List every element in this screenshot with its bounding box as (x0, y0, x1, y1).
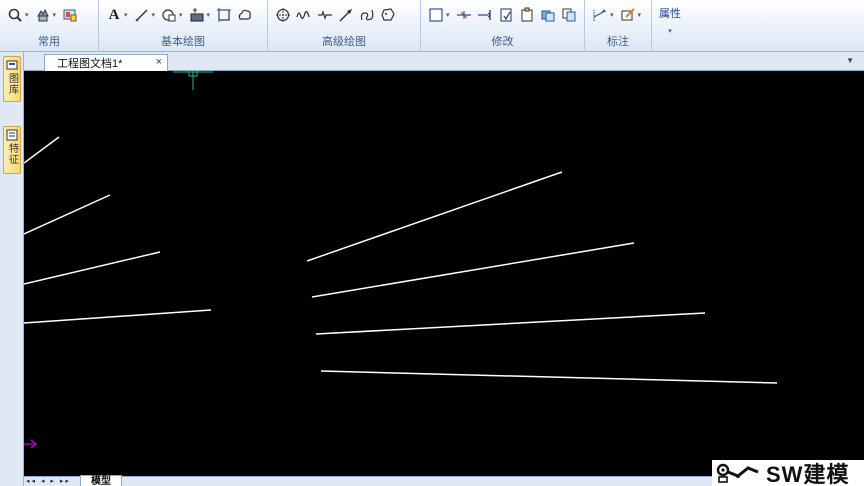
side-tab-features-label: 特征 (6, 143, 18, 165)
side-tab-library[interactable]: 图库 (3, 56, 21, 102)
zoom-icon[interactable] (6, 6, 24, 24)
paste-icon[interactable] (497, 6, 515, 24)
extend-icon[interactable] (476, 6, 494, 24)
feature-tree-icon (6, 129, 18, 141)
drawn-line[interactable] (24, 309, 212, 324)
wave-line-icon[interactable] (295, 6, 313, 24)
document-tab[interactable]: 工程图文档1* × (44, 54, 168, 71)
text-tool-button[interactable]: A (105, 6, 123, 24)
dropdown-arrow-icon[interactable]: ▾ (124, 11, 128, 19)
chevron-down-icon: ▾ (668, 28, 672, 35)
library-icon (6, 60, 18, 70)
tab-list-dropdown-icon[interactable]: ▼ (846, 56, 854, 65)
break-line-icon[interactable] (316, 6, 334, 24)
group-advanced-draw: 高级绘图 (268, 0, 421, 52)
hatch-icon[interactable] (188, 6, 206, 24)
ucs-origin-icon (24, 439, 37, 449)
dropdown-arrow-icon[interactable]: ▾ (152, 11, 156, 19)
sheet-nav-arrows[interactable]: ◂◂ ◂ ▸ ▸▸ (26, 477, 71, 485)
dropdown-arrow-icon[interactable]: ▾ (53, 11, 57, 19)
drawing-canvas[interactable] (24, 71, 864, 476)
properties-button[interactable]: 属性 ▾ (654, 2, 686, 50)
spline-icon[interactable] (358, 6, 376, 24)
document-tab-title: 工程图文档1* (57, 58, 123, 70)
drawn-line[interactable] (24, 136, 60, 164)
dropdown-arrow-icon[interactable]: ▾ (638, 11, 642, 19)
wrench-logo-icon (716, 463, 759, 483)
clipboard-icon[interactable] (518, 6, 536, 24)
dropdown-arrow-icon[interactable]: ▾ (207, 11, 211, 19)
shape-icon[interactable] (160, 6, 178, 24)
drawn-line[interactable] (24, 194, 111, 235)
drawn-line[interactable] (311, 242, 635, 298)
drawn-line[interactable] (306, 171, 563, 262)
line-icon[interactable] (133, 6, 151, 24)
rectangle-icon[interactable] (215, 6, 233, 24)
group-caption: 常用 (38, 36, 60, 48)
cloud-icon[interactable] (236, 6, 254, 24)
group-modify: ▾ 修改 (421, 0, 585, 52)
select-box-icon[interactable] (427, 6, 445, 24)
trim-icon[interactable] (455, 6, 473, 24)
annotation-edit-icon[interactable] (619, 6, 637, 24)
layer-icon[interactable] (539, 6, 557, 24)
group-common: ▾ ▾ 常用 (0, 0, 99, 52)
group-caption: 修改 (491, 36, 514, 48)
drawn-line[interactable] (320, 370, 778, 384)
ribbon-toolbar: ▾ ▾ 常用 A ▾ ▾ ▾ ▾ 基本绘图 高级绘图 ▾ 修改 ▾ ▾ 标注 属… (0, 0, 864, 52)
group-caption: 高级绘图 (322, 36, 366, 48)
dropdown-arrow-icon[interactable]: ▾ (446, 11, 450, 19)
dimension-icon[interactable] (591, 6, 609, 24)
dropdown-arrow-icon[interactable]: ▾ (179, 11, 183, 19)
group-basic-draw: A ▾ ▾ ▾ ▾ 基本绘图 (99, 0, 268, 52)
properties-label: 属性 (659, 8, 681, 20)
group-caption: 基本绘图 (161, 36, 205, 48)
dropdown-arrow-icon[interactable]: ▾ (25, 11, 29, 19)
display-settings-icon[interactable] (61, 6, 79, 24)
arrow-icon[interactable] (337, 6, 355, 24)
side-panel: 图库 特征 (0, 52, 24, 486)
side-tab-features[interactable]: 特征 (3, 126, 21, 174)
close-icon[interactable]: × (156, 56, 162, 68)
group-annotate: ▾ ▾ 标注 (585, 0, 652, 52)
side-tab-library-label: 图库 (6, 73, 18, 95)
group-caption: 标注 (607, 36, 629, 48)
pan-icon[interactable] (34, 6, 52, 24)
copy-icon[interactable] (560, 6, 578, 24)
centerline-icon[interactable] (274, 6, 292, 24)
dropdown-arrow-icon[interactable]: ▾ (610, 11, 614, 19)
drawn-line[interactable] (24, 251, 161, 285)
polygon-icon[interactable] (379, 6, 397, 24)
watermark-logo: SW建模 (712, 460, 864, 486)
crosshair-cursor-icon (173, 71, 213, 90)
drawing-svg (24, 71, 778, 449)
drawn-line[interactable] (315, 312, 706, 335)
watermark-text: SW建模 (766, 462, 850, 486)
document-tab-bar: 工程图文档1* × ▼ (24, 52, 864, 71)
model-tab[interactable]: 模型 (80, 475, 122, 486)
